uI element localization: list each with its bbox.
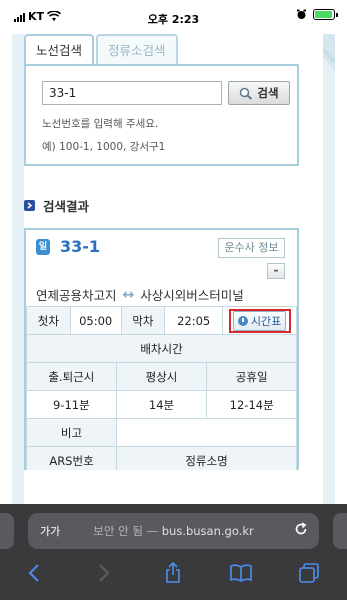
- tab-stop-search[interactable]: 정류소검색: [96, 34, 178, 66]
- collapse-button[interactable]: -: [267, 263, 285, 279]
- note-value: [116, 418, 297, 447]
- chevron-left-icon: [28, 564, 39, 582]
- tabs-icon: [299, 563, 319, 583]
- chevron-right-icon: [99, 564, 110, 582]
- browser-toolbar: [0, 558, 347, 588]
- stop-col-name: 정류소명: [116, 446, 297, 470]
- search-button-label: 검색: [257, 86, 279, 100]
- interval-table: 출.퇴근시 평상시 공휴일 9-11분 14분 12-14분: [26, 362, 297, 419]
- url-separator: —: [146, 524, 159, 538]
- table-row: 배차시간: [26, 334, 297, 363]
- interval-value-rushhour: 9-11분: [26, 390, 117, 419]
- timetable-button-label: 시간표: [250, 314, 282, 328]
- status-right: [296, 9, 338, 20]
- table-row: 9-11분 14분 12-14분: [26, 390, 297, 419]
- timetable-button-face: 시간표: [232, 310, 287, 331]
- bidirectional-arrow-icon: ↔: [122, 286, 135, 303]
- clock-icon: [237, 315, 248, 326]
- route-search-input[interactable]: [42, 81, 222, 105]
- tabs-button[interactable]: [297, 562, 321, 584]
- interval-value-holiday: 12-14분: [206, 390, 297, 419]
- table-row: 비고: [26, 418, 297, 447]
- results-title: 검색결과: [43, 199, 90, 214]
- table-row: ARS번호 정류소명: [26, 446, 297, 470]
- book-icon: [230, 564, 252, 582]
- note-table: 비고 ARS번호 정류소명: [26, 418, 297, 470]
- last-bus-label: 막차: [120, 306, 166, 335]
- search-help-text: 노선번호를 입력해 주세요.: [42, 118, 159, 130]
- share-icon: [166, 562, 180, 583]
- table-row: 첫차 05:00 막차 22:05 시간표: [26, 306, 297, 335]
- interval-header: 배차시간: [26, 334, 297, 363]
- address-bar[interactable]: 가가 보안 안 됨 — bus.busan.go.kr: [28, 513, 319, 549]
- status-time: 오후 2:23: [147, 13, 200, 26]
- search-tabs: 노선검색 정류소검색: [24, 34, 178, 66]
- operator-info-button[interactable]: 운수사 정보: [218, 238, 285, 258]
- timetable-cell: 시간표: [222, 306, 297, 335]
- route-endpoints: 연제공용차고지 ↔ 사상시외버스터미널: [36, 285, 244, 304]
- magnifier-icon: [240, 87, 253, 100]
- last-bus-time: 22:05: [164, 306, 224, 335]
- back-button[interactable]: [22, 562, 46, 584]
- route-result-card: 일 33-1 운수사 정보 - 연제공용차고지 ↔ 사상시외버스터미널 첫차 0…: [24, 228, 299, 470]
- bookmarks-button[interactable]: [229, 562, 253, 584]
- address-text: 보안 안 됨 — bus.busan.go.kr: [28, 523, 319, 539]
- interval-col-holiday: 공휴일: [206, 362, 297, 391]
- interval-value-normal: 14분: [115, 390, 208, 419]
- url-domain: bus.busan.go.kr: [161, 524, 254, 538]
- first-bus-label: 첫차: [26, 306, 71, 335]
- search-example-text: 예) 100-1, 1000, 강서구1: [42, 141, 166, 153]
- interval-col-rushhour: 출.퇴근시: [26, 362, 117, 391]
- security-label: 보안 안 됨: [93, 524, 143, 538]
- table-row: 출.퇴근시 평상시 공휴일: [26, 362, 297, 391]
- schedule-table: 첫차 05:00 막차 22:05 시간표 배차시간: [26, 306, 297, 363]
- search-button[interactable]: 검색: [228, 81, 290, 105]
- battery-icon: [313, 9, 338, 20]
- alarm-icon: [297, 9, 306, 19]
- share-button[interactable]: [161, 562, 185, 584]
- browser-chrome: 가가 보안 안 됨 — bus.busan.go.kr: [0, 504, 347, 600]
- stop-col-ars: ARS번호: [26, 446, 117, 470]
- forward-button[interactable]: [92, 562, 116, 584]
- first-bus-time: 05:00: [69, 306, 122, 335]
- status-bar: KT 오후 2:23: [0, 0, 347, 34]
- bus-number: 33-1: [60, 237, 101, 256]
- route-end: 사상시외버스터미널: [140, 288, 244, 303]
- reload-icon[interactable]: [293, 521, 309, 537]
- bus-type-badge: 일: [36, 239, 50, 255]
- arrow-right-icon: [24, 200, 35, 211]
- route-start: 연제공용차고지: [36, 288, 117, 303]
- tab-route-search[interactable]: 노선검색: [24, 34, 95, 66]
- timetable-button[interactable]: 시간표: [228, 308, 291, 333]
- interval-col-normal: 평상시: [115, 362, 208, 391]
- prev-tab-peek: [0, 513, 14, 549]
- note-label: 비고: [26, 418, 117, 447]
- next-tab-peek: [333, 513, 347, 549]
- results-heading: 검색결과: [24, 196, 89, 215]
- search-panel: 검색 노선번호를 입력해 주세요. 예) 100-1, 1000, 강서구1: [24, 64, 299, 166]
